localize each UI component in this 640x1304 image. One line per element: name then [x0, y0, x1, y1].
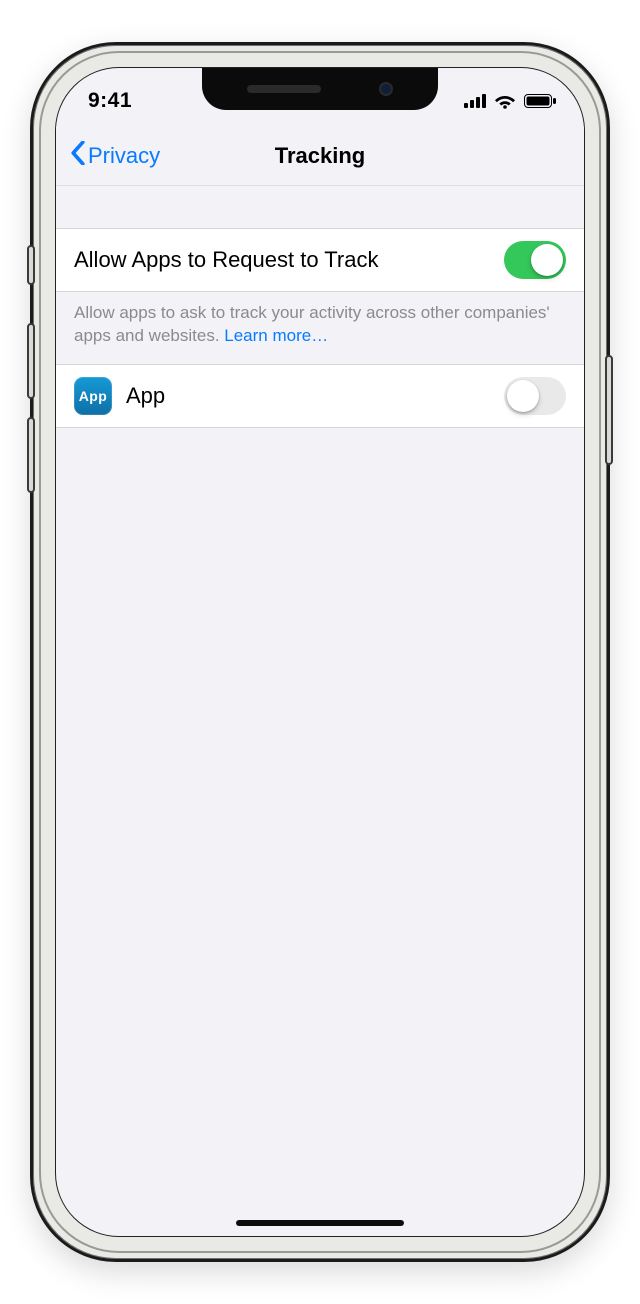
volume-down-button[interactable] — [27, 417, 35, 493]
app-name: App — [126, 383, 165, 409]
status-time: 9:41 — [88, 89, 132, 113]
chevron-left-icon — [70, 141, 86, 171]
front-camera — [379, 82, 393, 96]
back-button[interactable]: Privacy — [70, 141, 160, 171]
back-label: Privacy — [88, 143, 160, 169]
row-app: App App — [56, 364, 584, 428]
learn-more-link[interactable]: Learn more… — [224, 326, 328, 345]
phone-frame: 9:41 — [30, 42, 610, 1262]
notch — [202, 68, 438, 110]
status-icons — [464, 93, 556, 109]
power-button[interactable] — [605, 355, 613, 465]
home-indicator[interactable] — [236, 1220, 404, 1226]
app-tracking-toggle[interactable] — [504, 377, 566, 415]
spacer — [56, 186, 584, 228]
cellular-icon — [464, 94, 486, 108]
mute-switch[interactable] — [27, 245, 35, 285]
volume-up-button[interactable] — [27, 323, 35, 399]
allow-tracking-toggle[interactable] — [504, 241, 566, 279]
allow-tracking-label: Allow Apps to Request to Track — [74, 247, 379, 273]
wifi-icon — [494, 93, 516, 109]
screen: 9:41 — [55, 67, 585, 1237]
stage: 9:41 — [0, 0, 640, 1304]
battery-icon — [524, 94, 556, 108]
row-allow-tracking: Allow Apps to Request to Track — [56, 228, 584, 292]
earpiece-speaker — [247, 85, 321, 93]
page-title: Tracking — [275, 143, 365, 169]
allow-tracking-explain: Allow apps to ask to track your activity… — [56, 292, 584, 364]
nav-bar: Privacy Tracking — [56, 126, 584, 186]
app-icon: App — [74, 377, 112, 415]
